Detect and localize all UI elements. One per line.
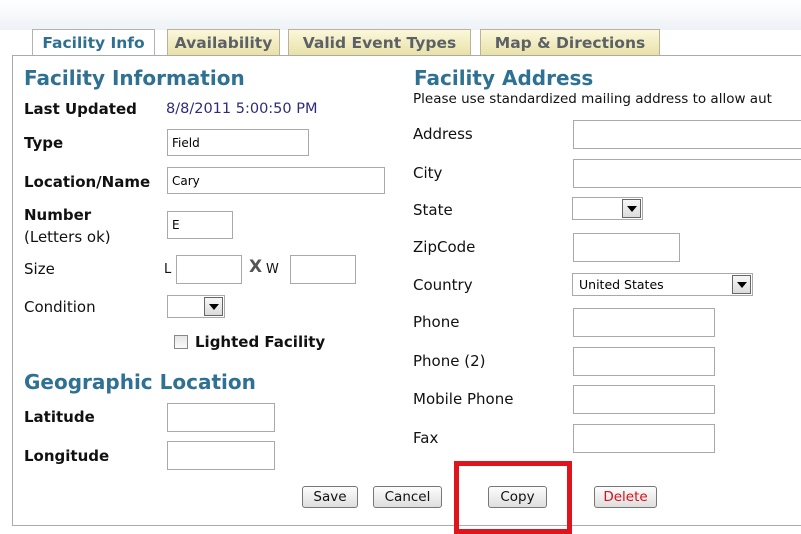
condition-label: Condition: [24, 298, 96, 316]
address-note: Please use standardized mailing address …: [413, 91, 772, 107]
phone2-input[interactable]: [573, 347, 715, 376]
country-label: Country: [413, 276, 473, 294]
number-input[interactable]: [167, 211, 233, 239]
latitude-label: Latitude: [24, 408, 95, 426]
zipcode-label: ZipCode: [413, 238, 476, 256]
chevron-down-icon[interactable]: [622, 199, 641, 218]
size-width-label: W: [266, 262, 279, 277]
location-name-label: Location/Name: [24, 173, 151, 191]
lighted-facility-label: Lighted Facility: [195, 333, 326, 351]
condition-select[interactable]: [167, 295, 225, 318]
save-button[interactable]: Save: [302, 486, 358, 508]
address-label: Address: [413, 125, 473, 143]
tab-valid-event-types[interactable]: Valid Event Types: [288, 29, 471, 55]
zipcode-input[interactable]: [573, 233, 680, 262]
copy-highlight-box: [454, 461, 572, 534]
state-label: State: [413, 201, 453, 219]
fax-input[interactable]: [573, 424, 715, 453]
country-select[interactable]: United States: [572, 273, 753, 296]
state-select[interactable]: [572, 197, 643, 220]
fax-label: Fax: [413, 429, 439, 447]
tab-availability[interactable]: Availability: [167, 29, 280, 55]
city-label: City: [413, 164, 443, 182]
chevron-down-icon[interactable]: [204, 297, 223, 316]
size-width-input[interactable]: [290, 255, 356, 284]
number-label: Number: [24, 206, 92, 224]
phone-input[interactable]: [573, 308, 715, 337]
last-updated-label: Last Updated: [24, 100, 137, 118]
tab-map-directions[interactable]: Map & Directions: [480, 29, 660, 55]
size-times-label: X: [249, 257, 263, 277]
type-input[interactable]: [167, 129, 309, 156]
phone-label: Phone: [413, 313, 460, 331]
address-input[interactable]: [573, 120, 801, 149]
phone2-label: Phone (2): [413, 352, 486, 370]
longitude-label: Longitude: [24, 447, 110, 465]
mobile-phone-input[interactable]: [573, 385, 715, 414]
country-selected-value: United States: [579, 277, 664, 292]
geographic-location-heading: Geographic Location: [24, 370, 256, 394]
last-updated-value: 8/8/2011 5:00:50 PM: [166, 101, 318, 117]
city-input[interactable]: [573, 159, 801, 188]
cancel-button[interactable]: Cancel: [373, 486, 442, 508]
type-label: Type: [24, 134, 64, 152]
latitude-input[interactable]: [167, 403, 275, 432]
chevron-down-icon[interactable]: [732, 275, 751, 294]
location-name-input[interactable]: [167, 167, 385, 194]
number-hint: (Letters ok): [24, 228, 111, 246]
longitude-input[interactable]: [167, 441, 275, 470]
facility-information-heading: Facility Information: [24, 66, 245, 90]
delete-button[interactable]: Delete: [594, 486, 657, 508]
lighted-facility-checkbox[interactable]: [174, 335, 188, 349]
mobile-phone-label: Mobile Phone: [413, 390, 514, 408]
size-length-input[interactable]: [176, 255, 242, 284]
top-band: [0, 0, 801, 30]
facility-address-heading: Facility Address: [414, 66, 594, 90]
tab-facility-info[interactable]: Facility Info: [32, 29, 155, 56]
size-length-label: L: [164, 262, 172, 277]
size-label: Size: [24, 260, 55, 278]
